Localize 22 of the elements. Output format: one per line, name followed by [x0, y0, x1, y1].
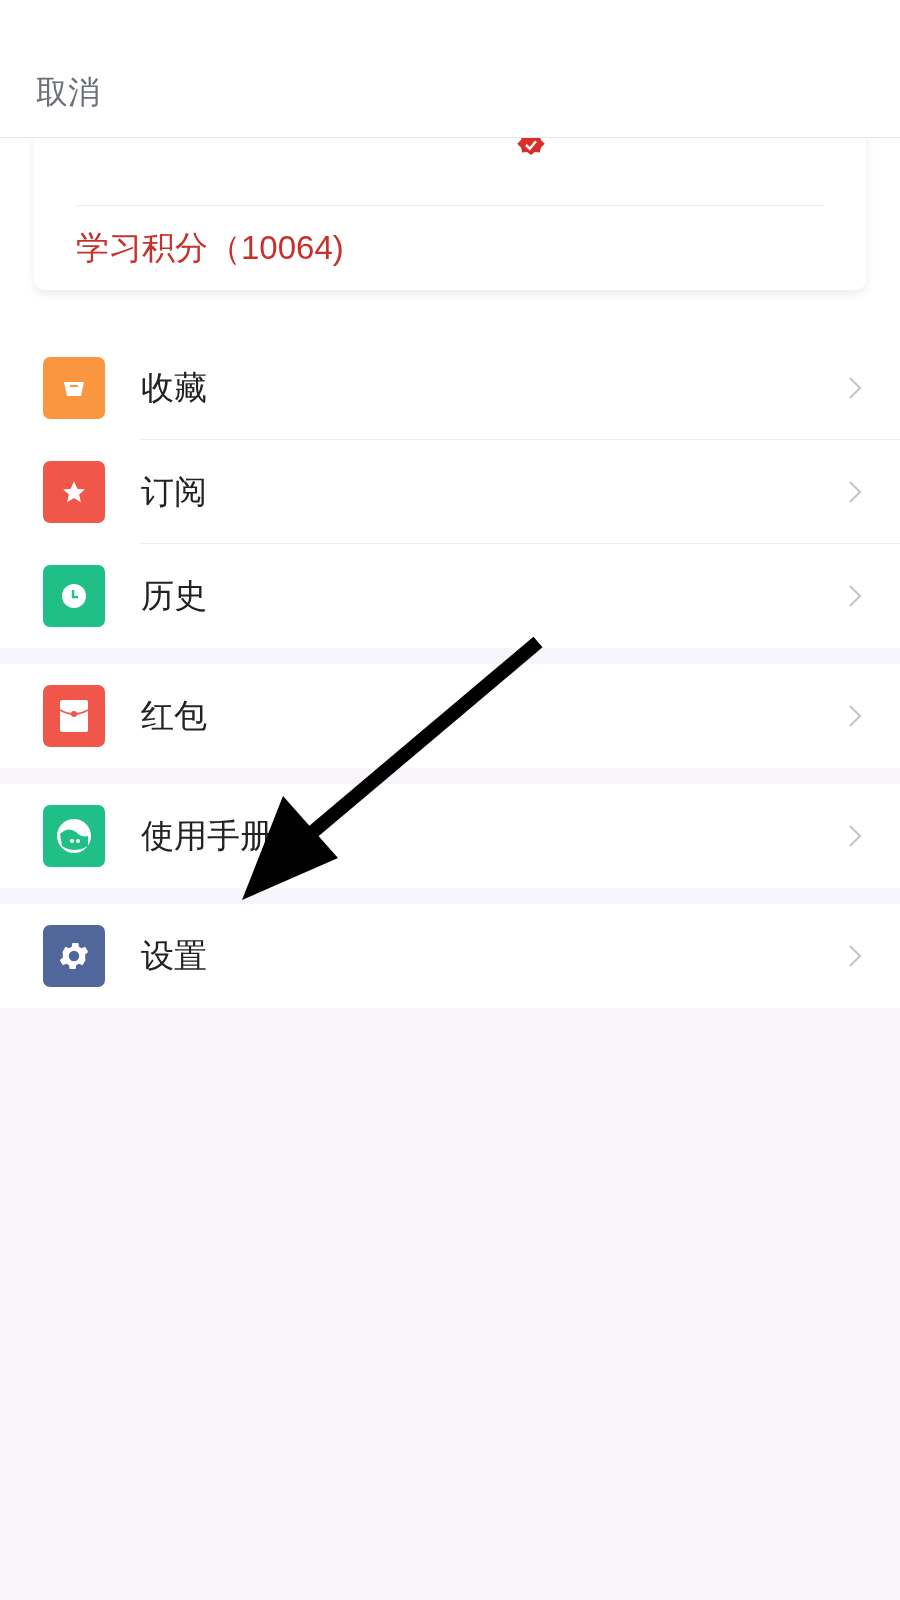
menu-label: 收藏: [141, 367, 208, 408]
chevron-right-icon: [848, 704, 862, 728]
menu-item[interactable]: 设置: [0, 904, 900, 1008]
chevron-right-icon: [848, 375, 862, 400]
chevron-right-icon: [848, 944, 862, 968]
chevron-right-icon: [848, 479, 862, 504]
cancel-button[interactable]: 取消: [36, 67, 100, 116]
menu-label: 订阅: [141, 471, 208, 512]
menu-item[interactable]: 历史: [0, 544, 900, 648]
menu-item[interactable]: 订阅: [0, 440, 900, 544]
menu-label: 设置: [141, 936, 208, 977]
menu-item[interactable]: 红包: [0, 664, 900, 768]
clock-icon: [60, 582, 88, 610]
person-icon: [54, 816, 94, 856]
envelope-icon: [58, 698, 90, 734]
chevron-right-icon: [848, 824, 862, 848]
menu-label: 历史: [141, 576, 208, 617]
star-icon: [61, 479, 87, 505]
menu-label: 红包: [141, 696, 208, 737]
menu-item[interactable]: 收藏: [0, 336, 900, 440]
points-label[interactable]: 学习积分（10064): [76, 223, 344, 273]
chevron-right-icon: [848, 584, 862, 608]
